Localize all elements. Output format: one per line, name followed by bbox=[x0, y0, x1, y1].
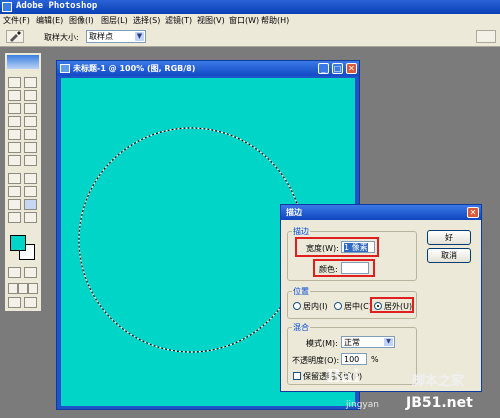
toolbox bbox=[4, 52, 42, 312]
sample-size-select[interactable]: 取样点 ▼ bbox=[86, 30, 146, 43]
zoom-tool-icon[interactable] bbox=[24, 212, 37, 223]
pen-tool-icon[interactable] bbox=[8, 186, 21, 197]
sample-size-value: 取样点 bbox=[89, 32, 113, 41]
quick-mask-mode-icon[interactable] bbox=[24, 267, 37, 278]
healing-brush-tool-icon[interactable] bbox=[8, 116, 21, 127]
eraser-tool-icon[interactable] bbox=[8, 142, 21, 153]
opacity-unit: % bbox=[371, 355, 379, 364]
menu-select[interactable]: 选择(S) bbox=[133, 15, 160, 26]
checkmark-icon[interactable] bbox=[24, 297, 37, 308]
app-title: Adobe Photoshop bbox=[16, 1, 98, 11]
notes-tool-icon[interactable] bbox=[8, 199, 21, 210]
ok-button[interactable]: 好 bbox=[427, 230, 471, 245]
watermark-jb51: JB51.net bbox=[406, 395, 473, 411]
full-screen-mode-icon[interactable] bbox=[28, 283, 38, 294]
maximize-button[interactable]: □ bbox=[332, 63, 343, 74]
sample-size-label: 取样大小: bbox=[44, 33, 79, 42]
position-group-label: 位置 bbox=[292, 286, 310, 297]
width-highlight-box bbox=[295, 237, 379, 257]
dialog-close-button[interactable]: ✕ bbox=[467, 207, 479, 218]
menu-filter[interactable]: 滤镜(T) bbox=[165, 15, 192, 26]
blur-tool-icon[interactable] bbox=[8, 155, 21, 166]
marquee-tool-icon[interactable] bbox=[8, 77, 21, 88]
document-title: 未标题-1 @ 100% (图, RGB/8) bbox=[73, 64, 196, 73]
position-center-label: 居中(C) bbox=[344, 302, 372, 311]
stroke-group-label: 描边 bbox=[292, 226, 310, 237]
mode-label: 模式(M): bbox=[306, 339, 338, 348]
tool-preset-picker[interactable] bbox=[6, 30, 24, 43]
document-icon bbox=[60, 64, 70, 73]
opacity-value: 100 bbox=[344, 355, 360, 364]
brush-tool-icon[interactable] bbox=[24, 116, 37, 127]
shape-tool-icon[interactable] bbox=[24, 186, 37, 197]
preserve-transparency-checkbox[interactable] bbox=[293, 372, 301, 380]
menu-window[interactable]: 窗口(W) bbox=[229, 15, 259, 26]
watermark-site-name: 脚本之家 bbox=[412, 374, 465, 389]
menu-help[interactable]: 帮助(H) bbox=[261, 15, 289, 26]
position-center-radio[interactable] bbox=[334, 302, 342, 310]
position-inside-label: 居内(I) bbox=[303, 302, 328, 311]
options-bar: 取样大小: 取样点 ▼ bbox=[0, 27, 500, 47]
magic-wand-tool-icon[interactable] bbox=[24, 90, 37, 101]
hand-tool-icon[interactable] bbox=[8, 212, 21, 223]
stroke-dialog: 描边 ✕ 描边 宽度(W): 1 像素 颜色: 位置 居内(I) 居中(C) 居… bbox=[280, 204, 482, 392]
foreground-color-swatch[interactable] bbox=[10, 235, 26, 251]
menu-file[interactable]: 文件(F) bbox=[3, 15, 30, 26]
app-title-bar: Adobe Photoshop bbox=[0, 0, 500, 14]
jump-to-imageready-icon[interactable] bbox=[8, 297, 21, 308]
chevron-down-icon: ▼ bbox=[135, 32, 144, 41]
palette-well-icon[interactable] bbox=[476, 30, 496, 43]
full-screen-menu-mode-icon[interactable] bbox=[18, 283, 28, 294]
close-button[interactable]: ✕ bbox=[346, 63, 357, 74]
menu-edit[interactable]: 编辑(E) bbox=[36, 15, 63, 26]
eyedropper-tool-icon[interactable] bbox=[24, 199, 37, 210]
eyedropper-icon bbox=[10, 31, 21, 42]
menu-bar: 文件(F) 编辑(E) 图像(I) 图层(L) 选择(S) 滤镜(T) 视图(V… bbox=[0, 14, 500, 28]
toolbox-header-logo-icon bbox=[7, 55, 39, 69]
watermark-jingyan: jingyan bbox=[346, 400, 379, 410]
menu-view[interactable]: 视图(V) bbox=[197, 15, 225, 26]
move-tool-icon[interactable] bbox=[24, 77, 37, 88]
color-highlight-box bbox=[313, 259, 375, 277]
menu-image[interactable]: 图像(I) bbox=[69, 15, 94, 26]
position-inside-radio[interactable] bbox=[293, 302, 301, 310]
cancel-button[interactable]: 取消 bbox=[427, 248, 471, 263]
slice-tool-icon[interactable] bbox=[24, 103, 37, 114]
standard-screen-mode-icon[interactable] bbox=[8, 283, 18, 294]
type-tool-icon[interactable] bbox=[24, 173, 37, 184]
gradient-tool-icon[interactable] bbox=[24, 142, 37, 153]
standard-mode-icon[interactable] bbox=[8, 267, 21, 278]
opacity-input[interactable]: 100 bbox=[341, 353, 367, 365]
mode-select[interactable]: 正常 ▼ bbox=[341, 336, 395, 348]
opacity-label: 不透明度(O): bbox=[292, 356, 340, 365]
mode-value: 正常 bbox=[344, 338, 360, 347]
clone-stamp-tool-icon[interactable] bbox=[8, 129, 21, 140]
blend-group-label: 混合 bbox=[292, 322, 310, 333]
minimize-button[interactable]: _ bbox=[318, 63, 329, 74]
crop-tool-icon[interactable] bbox=[8, 103, 21, 114]
lasso-tool-icon[interactable] bbox=[8, 90, 21, 101]
photoshop-logo-icon bbox=[2, 2, 12, 12]
position-outside-highlight-box bbox=[370, 297, 414, 313]
dialog-title-bar[interactable]: 描边 ✕ bbox=[281, 205, 481, 220]
document-title-bar[interactable]: 未标题-1 @ 100% (图, RGB/8) _ □ ✕ bbox=[57, 61, 359, 76]
history-brush-tool-icon[interactable] bbox=[24, 129, 37, 140]
menu-layer[interactable]: 图层(L) bbox=[101, 15, 128, 26]
dialog-title: 描边 bbox=[286, 208, 302, 217]
path-selection-tool-icon[interactable] bbox=[8, 173, 21, 184]
watermark-baidu: Bai bbox=[326, 366, 360, 387]
dodge-tool-icon[interactable] bbox=[24, 155, 37, 166]
chevron-down-icon: ▼ bbox=[384, 338, 393, 346]
